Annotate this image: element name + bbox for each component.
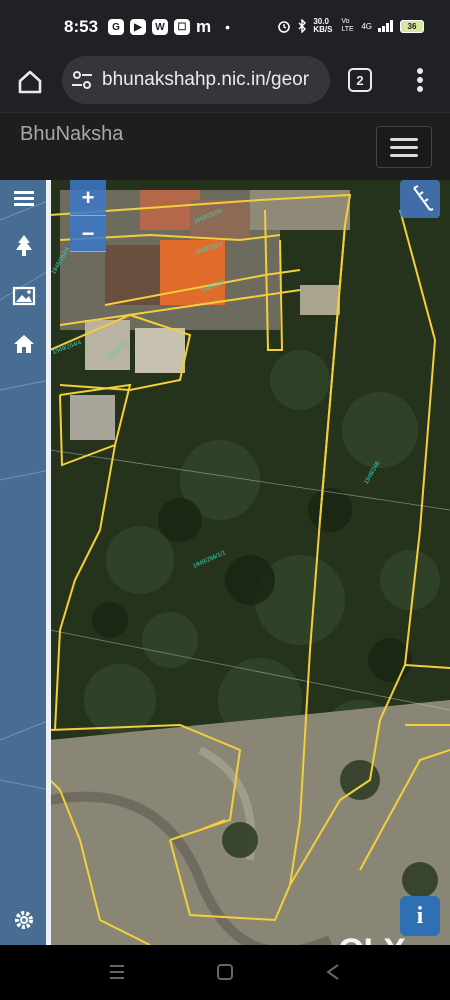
app-header: BhuNaksha — [0, 112, 450, 180]
notification-app-icon: G — [108, 19, 124, 35]
address-bar[interactable]: bhunakshahp.nic.in/geor — [62, 56, 330, 104]
tree-icon[interactable] — [10, 232, 38, 260]
tab-switcher-button[interactable]: 2 — [348, 68, 372, 92]
bluetooth-icon — [298, 19, 307, 33]
measure-tool-button[interactable] — [400, 180, 440, 218]
status-app-icons: G ▶ W ☐ m • — [108, 17, 231, 36]
zoom-in-button[interactable]: + — [70, 180, 106, 216]
hamburger-bar — [390, 154, 418, 157]
map-view[interactable]: 1949/252/0 1949/252/2 1949/253 1949/254/… — [0, 180, 450, 945]
gear-icon[interactable] — [10, 906, 38, 934]
notification-app-icon: ▶ — [130, 19, 146, 35]
network-speed: 30.0 KB/S — [313, 17, 333, 34]
image-icon[interactable] — [10, 282, 38, 310]
more-options-icon[interactable] — [416, 66, 424, 94]
home-icon[interactable] — [10, 330, 38, 358]
zoom-out-button[interactable]: − — [70, 216, 106, 252]
menu-icon[interactable] — [10, 184, 38, 212]
system-nav-bar — [0, 945, 450, 1000]
home-circle-icon[interactable] — [214, 961, 236, 983]
site-settings-icon[interactable] — [70, 70, 94, 90]
notification-app-icon: ☐ — [174, 19, 190, 35]
browser-toolbar: bhunakshahp.nic.in/geor 2 — [0, 56, 450, 112]
status-bar: 8:53 G ▶ W ☐ m • 30.0 KB/S Vo LTE 4G 36 — [0, 0, 450, 56]
olx-watermark: OLX — [338, 932, 406, 945]
battery-indicator: 36 — [400, 19, 424, 33]
hamburger-bar — [390, 138, 418, 141]
signal-type: 4G — [361, 21, 372, 31]
info-button[interactable]: i — [400, 896, 440, 936]
ruler-icon — [413, 185, 434, 211]
status-time: 8:53 — [64, 17, 99, 36]
home-icon[interactable] — [16, 68, 44, 96]
network-type: Vo LTE — [341, 18, 354, 33]
map-sidebar — [0, 180, 48, 945]
status-indicators: 30.0 KB/S Vo LTE 4G 36 — [277, 18, 424, 34]
back-icon[interactable] — [322, 961, 344, 983]
notification-app-icon: m — [196, 17, 212, 36]
url-text[interactable]: bhunakshahp.nic.in/geor — [102, 69, 328, 91]
notification-dot: • — [225, 19, 231, 35]
satellite-imagery — [0, 180, 450, 945]
recent-apps-icon[interactable] — [106, 961, 128, 983]
hamburger-bar — [390, 146, 418, 149]
sidebar-divider — [46, 180, 51, 945]
zoom-controls: + − — [70, 180, 106, 252]
app-title[interactable]: BhuNaksha — [20, 123, 123, 146]
signal-icon — [378, 20, 393, 32]
alarm-icon — [278, 21, 291, 33]
notification-app-icon: W — [152, 19, 168, 35]
nav-toggle-button[interactable] — [376, 126, 432, 168]
